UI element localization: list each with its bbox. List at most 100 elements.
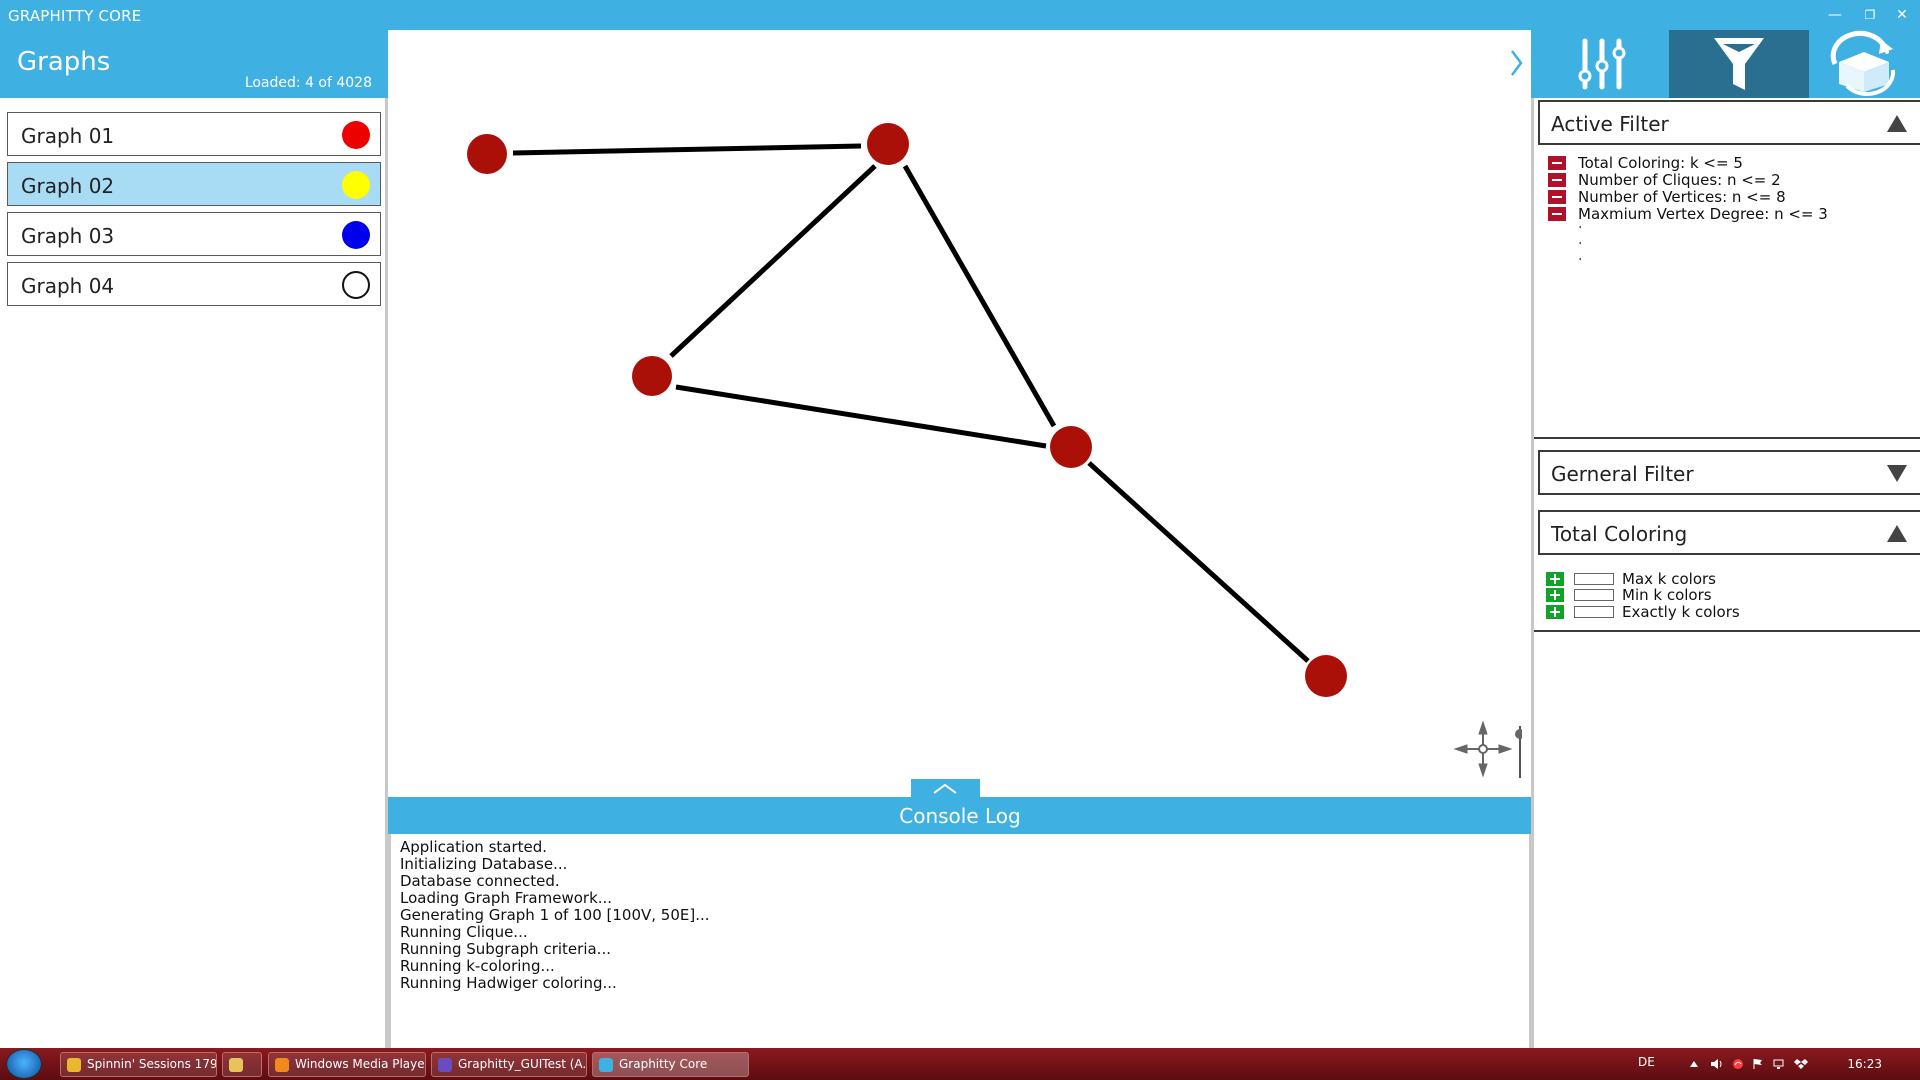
active-filter-header[interactable]: Active Filter [1538, 100, 1920, 145]
value-input[interactable] [1574, 573, 1614, 585]
close-button[interactable]: ✕ [1890, 4, 1914, 26]
value-input[interactable] [1574, 589, 1614, 601]
zoom-slider-icon[interactable] [1515, 726, 1525, 778]
remove-filter-icon[interactable] [1548, 207, 1566, 221]
console-line: Running k-coloring... [400, 957, 555, 975]
app-window: GRAPHITTY CORE — ❐ ✕ Graphs Loaded: 4 of… [0, 0, 1920, 1080]
taskbar-item[interactable]: Spinnin' Sessions 179... [60, 1052, 217, 1077]
graph-edge[interactable] [1087, 461, 1310, 663]
app-window-icon [599, 1058, 613, 1072]
pan-arrows-icon[interactable] [1453, 720, 1513, 778]
graph-vertex[interactable] [867, 123, 909, 165]
taskbar-item[interactable] [222, 1052, 262, 1077]
graph-edge[interactable] [675, 384, 1047, 449]
section-divider [1534, 437, 1920, 439]
language-indicator[interactable]: DE [1638, 1055, 1655, 1069]
console-line: Running Subgraph criteria... [400, 940, 611, 958]
console-line: Application started. [400, 838, 548, 856]
chevron-up-icon [933, 783, 957, 794]
console-line: Running Hadwiger coloring... [400, 974, 617, 992]
console-line: Running Clique... [400, 923, 528, 941]
collapse-triangle-icon[interactable] [1887, 115, 1907, 132]
graph-item-label: Graph 02 [21, 174, 115, 198]
total-coloring-title: Total Coloring [1551, 522, 1688, 546]
taskbar-item[interactable]: Graphitty_GUITest (A... [431, 1052, 587, 1077]
antivirus-icon[interactable] [1731, 1058, 1743, 1070]
remove-filter-icon[interactable] [1548, 156, 1566, 170]
minimize-button[interactable]: — [1823, 4, 1847, 26]
graph-list-item-03[interactable]: Graph 03 [7, 212, 381, 256]
graph-list-item-01[interactable]: Graph 01 [7, 112, 381, 156]
graph-canvas[interactable] [388, 30, 1531, 794]
loaded-count: Loaded: 4 of 4028 [244, 75, 372, 91]
action-center-flag-icon[interactable] [1752, 1058, 1764, 1070]
add-option-icon[interactable] [1546, 605, 1564, 619]
add-option-icon[interactable] [1546, 572, 1564, 586]
add-option-icon[interactable] [1546, 588, 1564, 602]
clock[interactable]: 16:23 [1847, 1057, 1882, 1071]
graphs-header: Graphs Loaded: 4 of 4028 [0, 30, 406, 98]
taskbar-item[interactable]: Windows Media Player [268, 1052, 426, 1077]
expand-right-chevron-icon[interactable] [1510, 48, 1524, 85]
settings-sliders-button[interactable] [1531, 30, 1671, 98]
title-bar: GRAPHITTY CORE — ❐ ✕ [0, 0, 1920, 30]
restore-button[interactable]: ❐ [1858, 4, 1882, 26]
console-line: Database connected. [400, 872, 560, 890]
filter-button[interactable] [1669, 30, 1809, 98]
taskbar-item[interactable]: Graphitty Core [592, 1052, 749, 1077]
remove-filter-icon[interactable] [1548, 190, 1566, 204]
graph-color-icon [342, 271, 370, 299]
console-log-header: Console Log [388, 797, 1532, 834]
console-line: Generating Graph 1 of 100 [100V, 50E]... [400, 906, 710, 924]
collapse-triangle-icon[interactable] [1887, 525, 1907, 542]
graph-list-item-04[interactable]: Graph 04 [7, 262, 381, 306]
expand-triangle-icon[interactable] [1887, 465, 1907, 482]
window-title: GRAPHITTY CORE [8, 7, 142, 25]
start-button[interactable] [6, 1049, 42, 1079]
pan-zoom-control[interactable] [1452, 720, 1525, 780]
visual-studio-icon [438, 1058, 452, 1072]
section-divider [1534, 630, 1920, 632]
filter-icon [1714, 38, 1764, 90]
refresh-box-icon [1830, 30, 1896, 97]
console-toggle-button[interactable] [911, 779, 980, 798]
general-filter-header[interactable]: Gerneral Filter [1538, 450, 1920, 495]
graph-color-icon [342, 121, 370, 149]
graph-vertex[interactable] [632, 356, 672, 396]
graph-edges [512, 143, 1310, 663]
graph-drawing[interactable] [388, 30, 1531, 794]
network-icon[interactable] [1773, 1058, 1785, 1070]
refresh-box-button[interactable] [1809, 30, 1920, 98]
system-tray: DE 16:23 [1630, 1048, 1920, 1080]
graphs-heading: Graphs [17, 47, 111, 77]
graph-list-item-02[interactable]: Graph 02 [7, 162, 381, 206]
graph-list-panel: Graph 01 Graph 02 Graph 03 Graph 04 [0, 98, 388, 1048]
console-line: Initializing Database... [400, 855, 568, 873]
remove-filter-icon[interactable] [1548, 173, 1566, 187]
console-line: Loading Graph Framework... [400, 889, 613, 907]
chrome-icon [67, 1058, 81, 1072]
graph-item-label: Graph 04 [21, 274, 115, 298]
graph-nodes [467, 123, 1347, 697]
dropbox-icon[interactable] [1794, 1058, 1808, 1070]
right-toolbar [1531, 30, 1920, 98]
volume-icon[interactable] [1710, 1058, 1722, 1070]
general-filter-title: Gerneral Filter [1551, 462, 1694, 486]
show-hidden-icons-icon[interactable] [1688, 1058, 1700, 1070]
folder-icon [229, 1058, 243, 1072]
sliders-icon [1578, 38, 1626, 90]
value-input[interactable] [1574, 606, 1614, 618]
graph-vertex[interactable] [1050, 426, 1092, 468]
graph-edge[interactable] [902, 164, 1057, 428]
graph-vertex[interactable] [1305, 655, 1347, 697]
graph-color-icon [342, 221, 370, 249]
media-player-icon [275, 1058, 289, 1072]
total-coloring-header[interactable]: Total Coloring [1538, 510, 1920, 555]
graph-item-label: Graph 03 [21, 224, 115, 248]
graph-vertex[interactable] [467, 134, 507, 174]
graph-edge[interactable] [669, 164, 877, 358]
graph-edge[interactable] [512, 143, 862, 156]
console-log-body: Application started. Initializing Databa… [388, 834, 1532, 1048]
active-filter-title: Active Filter [1551, 112, 1669, 136]
graph-color-icon [342, 171, 370, 199]
